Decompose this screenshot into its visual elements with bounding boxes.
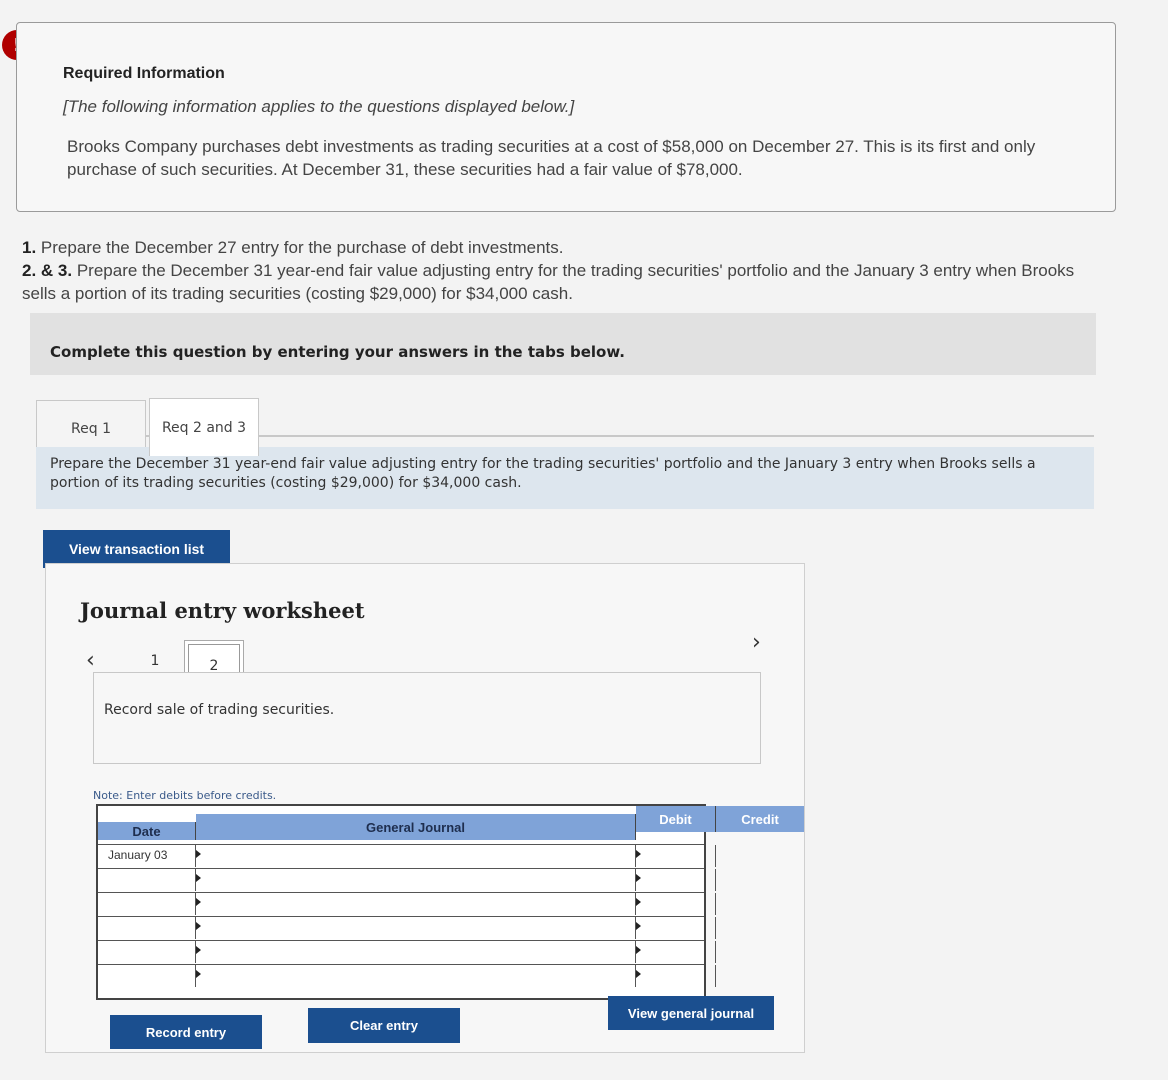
tab-instruction: Prepare the December 31 year-end fair va… bbox=[36, 447, 1094, 509]
chevron-right-icon[interactable]: › bbox=[752, 630, 761, 655]
required-info-body: Brooks Company purchases debt investment… bbox=[67, 137, 1036, 179]
table-row bbox=[98, 964, 716, 987]
worksheet-title: Journal entry worksheet bbox=[80, 598, 365, 623]
worksheet-description: Record sale of trading securities. bbox=[104, 702, 335, 718]
select-arrow-icon bbox=[636, 946, 641, 954]
required-info-box: Required Information [The following info… bbox=[16, 22, 1116, 212]
table-row bbox=[98, 940, 716, 963]
journal-header-debit: Debit bbox=[636, 806, 716, 832]
journal-date-cell[interactable] bbox=[98, 965, 196, 987]
questions: 1. Prepare the December 27 entry for the… bbox=[22, 236, 1102, 305]
select-arrow-icon bbox=[636, 970, 641, 978]
view-general-journal-button[interactable]: View general journal bbox=[608, 996, 774, 1030]
select-arrow-icon bbox=[196, 874, 201, 882]
journal-credit-input[interactable] bbox=[716, 869, 804, 891]
journal-debit-input[interactable] bbox=[636, 941, 716, 963]
select-arrow-icon bbox=[196, 922, 201, 930]
select-arrow-icon bbox=[636, 850, 641, 858]
question-2-3: 2. & 3. Prepare the December 31 year-end… bbox=[22, 261, 1075, 303]
required-info-note: [The following information applies to th… bbox=[63, 97, 575, 116]
journal-header-credit: Credit bbox=[716, 806, 804, 832]
table-row bbox=[98, 868, 716, 891]
complete-question-bar: Complete this question by entering your … bbox=[30, 313, 1096, 375]
clear-entry-button[interactable]: Clear entry bbox=[308, 1008, 460, 1043]
select-arrow-icon bbox=[196, 946, 201, 954]
worksheet-description-box bbox=[93, 672, 761, 764]
journal-account-select[interactable] bbox=[196, 869, 636, 891]
select-arrow-icon bbox=[196, 970, 201, 978]
select-arrow-icon bbox=[196, 850, 201, 858]
journal-credit-input[interactable] bbox=[716, 893, 804, 915]
journal-header-date: Date bbox=[98, 822, 196, 840]
record-entry-button[interactable]: Record entry bbox=[110, 1015, 262, 1049]
journal-date-cell[interactable] bbox=[98, 917, 196, 939]
journal-credit-input[interactable] bbox=[716, 941, 804, 963]
journal-debit-input[interactable] bbox=[636, 917, 716, 939]
journal-header-general-journal: General Journal bbox=[196, 814, 636, 840]
journal-credit-input[interactable] bbox=[716, 917, 804, 939]
journal-debit-input[interactable] bbox=[636, 869, 716, 891]
table-row: January 03 bbox=[98, 844, 716, 867]
journal-debit-input[interactable] bbox=[636, 845, 716, 867]
journal-debit-input[interactable] bbox=[636, 893, 716, 915]
select-arrow-icon bbox=[636, 898, 641, 906]
table-row bbox=[98, 892, 716, 915]
journal-credit-input[interactable] bbox=[716, 845, 804, 867]
table-row bbox=[98, 916, 716, 939]
required-info-title: Required Information bbox=[63, 65, 225, 82]
journal-credit-input[interactable] bbox=[716, 965, 804, 987]
select-arrow-icon bbox=[636, 922, 641, 930]
select-arrow-icon bbox=[196, 898, 201, 906]
chevron-left-icon[interactable]: ‹ bbox=[86, 648, 95, 673]
journal-account-select[interactable] bbox=[196, 845, 636, 867]
worksheet-page-1[interactable]: 1 bbox=[140, 648, 170, 674]
journal-date-cell[interactable]: January 03 bbox=[98, 845, 196, 867]
journal-account-select[interactable] bbox=[196, 965, 636, 987]
select-arrow-icon bbox=[636, 874, 641, 882]
debit-credit-note: Note: Enter debits before credits. bbox=[93, 789, 277, 802]
journal-date-cell[interactable] bbox=[98, 893, 196, 915]
journal-account-select[interactable] bbox=[196, 893, 636, 915]
journal-date-cell[interactable] bbox=[98, 869, 196, 891]
question-1: 1. Prepare the December 27 entry for the… bbox=[22, 238, 564, 257]
journal-account-select[interactable] bbox=[196, 941, 636, 963]
tab-req-2-and-3[interactable]: Req 2 and 3 bbox=[149, 398, 259, 456]
complete-question-text: Complete this question by entering your … bbox=[50, 343, 625, 361]
journal-table: Date General Journal Debit Credit Januar… bbox=[96, 804, 804, 1000]
journal-date-cell[interactable] bbox=[98, 941, 196, 963]
journal-debit-input[interactable] bbox=[636, 965, 716, 987]
journal-account-select[interactable] bbox=[196, 917, 636, 939]
